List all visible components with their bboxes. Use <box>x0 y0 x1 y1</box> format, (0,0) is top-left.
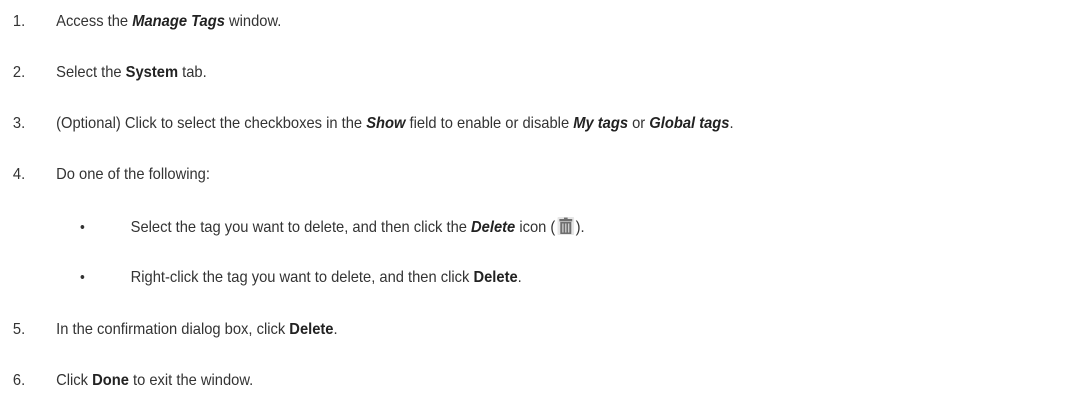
bullet-symbol: • <box>80 269 85 286</box>
option-name: My tags <box>573 115 629 132</box>
step-number: 5. <box>12 321 26 338</box>
delete-tag-procedure: 1. Access the Manage Tags window. 2. Sel… <box>0 0 1072 410</box>
step-text: Access the Manage Tags window. <box>56 13 282 30</box>
step-number: 1. <box>12 13 26 30</box>
trash-icon <box>556 216 574 236</box>
substep-text: Select the tag you want to delete, and t… <box>131 216 585 240</box>
step-text: In the confirmation dialog box, click De… <box>56 321 338 338</box>
icon-name: Delete <box>471 219 516 236</box>
step-number: 3. <box>12 115 26 132</box>
step-number: 4. <box>12 166 26 183</box>
option-name: Global tags <box>649 115 730 132</box>
tab-name: System <box>125 64 179 81</box>
substep-text: Right-click the tag you want to delete, … <box>130 269 522 286</box>
button-name: Delete <box>289 321 334 338</box>
step-text: (Optional) Click to select the checkboxe… <box>56 115 734 132</box>
step-text: Do one of the following: <box>56 166 210 183</box>
step-number: 6. <box>12 372 26 389</box>
button-name: Done <box>92 372 129 389</box>
step-number: 2. <box>12 64 26 81</box>
window-name: Manage Tags <box>132 13 225 30</box>
step-text: Select the System tab. <box>56 64 207 81</box>
menu-item-name: Delete <box>473 269 518 286</box>
bullet-symbol: • <box>80 219 85 236</box>
field-name: Show <box>366 115 406 132</box>
step-text: Click Done to exit the window. <box>56 372 254 389</box>
